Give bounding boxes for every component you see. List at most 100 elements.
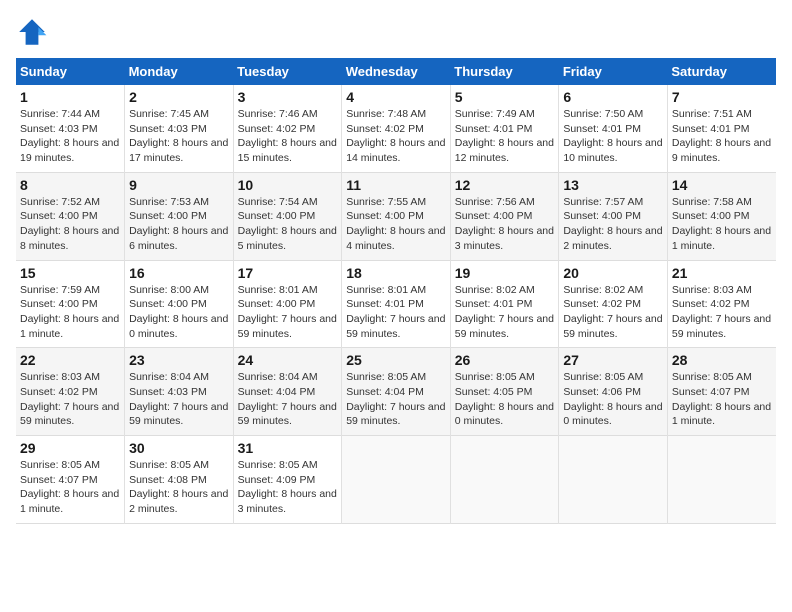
weekday-header-tuesday: Tuesday: [233, 58, 342, 85]
calendar-week-1: 1 Sunrise: 7:44 AMSunset: 4:03 PMDaylight…: [16, 85, 776, 172]
calendar-day-19: 19 Sunrise: 8:02 AMSunset: 4:01 PMDayligh…: [450, 260, 559, 348]
day-info: Sunrise: 8:05 AMSunset: 4:07 PMDaylight:…: [672, 370, 772, 429]
calendar-day-2: 2 Sunrise: 7:45 AMSunset: 4:03 PMDaylight…: [125, 85, 234, 172]
calendar-day-12: 12 Sunrise: 7:56 AMSunset: 4:00 PMDayligh…: [450, 172, 559, 260]
day-info: Sunrise: 7:54 AMSunset: 4:00 PMDaylight:…: [238, 195, 338, 254]
day-info: Sunrise: 8:04 AMSunset: 4:04 PMDaylight:…: [238, 370, 338, 429]
day-info: Sunrise: 7:52 AMSunset: 4:00 PMDaylight:…: [20, 195, 120, 254]
day-number: 1: [20, 89, 120, 105]
weekday-header-sunday: Sunday: [16, 58, 125, 85]
day-info: Sunrise: 7:59 AMSunset: 4:00 PMDaylight:…: [20, 283, 120, 342]
calendar-day-30: 30 Sunrise: 8:05 AMSunset: 4:08 PMDayligh…: [125, 436, 234, 524]
calendar-day-23: 23 Sunrise: 8:04 AMSunset: 4:03 PMDayligh…: [125, 348, 234, 436]
calendar-day-27: 27 Sunrise: 8:05 AMSunset: 4:06 PMDayligh…: [559, 348, 668, 436]
day-number: 18: [346, 265, 446, 281]
calendar-day-1: 1 Sunrise: 7:44 AMSunset: 4:03 PMDaylight…: [16, 85, 125, 172]
day-number: 31: [238, 440, 338, 456]
day-info: Sunrise: 8:00 AMSunset: 4:00 PMDaylight:…: [129, 283, 229, 342]
empty-cell: [559, 436, 668, 524]
day-number: 14: [672, 177, 772, 193]
calendar-day-22: 22 Sunrise: 8:03 AMSunset: 4:02 PMDayligh…: [16, 348, 125, 436]
calendar-day-16: 16 Sunrise: 8:00 AMSunset: 4:00 PMDayligh…: [125, 260, 234, 348]
calendar-day-18: 18 Sunrise: 8:01 AMSunset: 4:01 PMDayligh…: [342, 260, 451, 348]
day-number: 2: [129, 89, 229, 105]
day-info: Sunrise: 8:04 AMSunset: 4:03 PMDaylight:…: [129, 370, 229, 429]
day-number: 25: [346, 352, 446, 368]
calendar-day-9: 9 Sunrise: 7:53 AMSunset: 4:00 PMDaylight…: [125, 172, 234, 260]
calendar-day-17: 17 Sunrise: 8:01 AMSunset: 4:00 PMDayligh…: [233, 260, 342, 348]
calendar-week-2: 8 Sunrise: 7:52 AMSunset: 4:00 PMDaylight…: [16, 172, 776, 260]
day-info: Sunrise: 8:05 AMSunset: 4:09 PMDaylight:…: [238, 458, 338, 517]
day-info: Sunrise: 8:05 AMSunset: 4:06 PMDaylight:…: [563, 370, 663, 429]
calendar-day-8: 8 Sunrise: 7:52 AMSunset: 4:00 PMDaylight…: [16, 172, 125, 260]
calendar-day-6: 6Sunrise: 7:50 AMSunset: 4:01 PMDaylight…: [559, 85, 668, 172]
calendar-day-7: 7 Sunrise: 7:51 AMSunset: 4:01 PMDaylight…: [667, 85, 776, 172]
day-number: 8: [20, 177, 120, 193]
calendar-table: SundayMondayTuesdayWednesdayThursdayFrid…: [16, 58, 776, 524]
day-number: 30: [129, 440, 229, 456]
day-info: Sunrise: 8:03 AMSunset: 4:02 PMDaylight:…: [20, 370, 120, 429]
day-info: Sunrise: 8:05 AMSunset: 4:05 PMDaylight:…: [455, 370, 555, 429]
calendar-day-29: 29 Sunrise: 8:05 AMSunset: 4:07 PMDayligh…: [16, 436, 125, 524]
weekday-header-friday: Friday: [559, 58, 668, 85]
day-info: Sunrise: 7:55 AMSunset: 4:00 PMDaylight:…: [346, 195, 446, 254]
weekday-header-row: SundayMondayTuesdayWednesdayThursdayFrid…: [16, 58, 776, 85]
day-number: 15: [20, 265, 120, 281]
calendar-day-4: 4 Sunrise: 7:48 AMSunset: 4:02 PMDaylight…: [342, 85, 451, 172]
calendar-day-20: 20 Sunrise: 8:02 AMSunset: 4:02 PMDayligh…: [559, 260, 668, 348]
calendar-week-4: 22 Sunrise: 8:03 AMSunset: 4:02 PMDayligh…: [16, 348, 776, 436]
calendar-day-13: 13Sunrise: 7:57 AMSunset: 4:00 PMDayligh…: [559, 172, 668, 260]
day-info: Sunrise: 7:53 AMSunset: 4:00 PMDaylight:…: [129, 195, 229, 254]
calendar-week-5: 29 Sunrise: 8:05 AMSunset: 4:07 PMDayligh…: [16, 436, 776, 524]
calendar-day-21: 21Sunrise: 8:03 AMSunset: 4:02 PMDayligh…: [667, 260, 776, 348]
logo-icon: [16, 16, 48, 48]
empty-cell: [342, 436, 451, 524]
day-number: 7: [672, 89, 772, 105]
weekday-header-wednesday: Wednesday: [342, 58, 451, 85]
day-number: 20: [563, 265, 663, 281]
header: [16, 16, 776, 48]
day-number: 23: [129, 352, 229, 368]
day-info: Sunrise: 7:49 AMSunset: 4:01 PMDaylight:…: [455, 107, 555, 166]
day-number: 26: [455, 352, 555, 368]
calendar-day-15: 15 Sunrise: 7:59 AMSunset: 4:00 PMDayligh…: [16, 260, 125, 348]
day-number: 22: [20, 352, 120, 368]
calendar-day-26: 26 Sunrise: 8:05 AMSunset: 4:05 PMDayligh…: [450, 348, 559, 436]
day-number: 27: [563, 352, 663, 368]
day-info: Sunrise: 7:50 AMSunset: 4:01 PMDaylight:…: [563, 107, 663, 166]
day-info: Sunrise: 8:05 AMSunset: 4:08 PMDaylight:…: [129, 458, 229, 517]
day-info: Sunrise: 7:44 AMSunset: 4:03 PMDaylight:…: [20, 107, 120, 166]
day-number: 29: [20, 440, 120, 456]
day-info: Sunrise: 7:51 AMSunset: 4:01 PMDaylight:…: [672, 107, 772, 166]
day-number: 4: [346, 89, 446, 105]
day-number: 17: [238, 265, 338, 281]
weekday-header-saturday: Saturday: [667, 58, 776, 85]
day-number: 19: [455, 265, 555, 281]
calendar-day-10: 10 Sunrise: 7:54 AMSunset: 4:00 PMDayligh…: [233, 172, 342, 260]
calendar-day-31: 31 Sunrise: 8:05 AMSunset: 4:09 PMDayligh…: [233, 436, 342, 524]
calendar-day-25: 25Sunrise: 8:05 AMSunset: 4:04 PMDayligh…: [342, 348, 451, 436]
calendar-day-11: 11Sunrise: 7:55 AMSunset: 4:00 PMDayligh…: [342, 172, 451, 260]
empty-cell: [450, 436, 559, 524]
day-info: Sunrise: 8:01 AMSunset: 4:01 PMDaylight:…: [346, 283, 446, 342]
day-info: Sunrise: 8:02 AMSunset: 4:01 PMDaylight:…: [455, 283, 555, 342]
day-number: 12: [455, 177, 555, 193]
weekday-header-thursday: Thursday: [450, 58, 559, 85]
day-number: 13: [563, 177, 663, 193]
day-info: Sunrise: 8:01 AMSunset: 4:00 PMDaylight:…: [238, 283, 338, 342]
calendar-day-14: 14 Sunrise: 7:58 AMSunset: 4:00 PMDayligh…: [667, 172, 776, 260]
day-info: Sunrise: 7:48 AMSunset: 4:02 PMDaylight:…: [346, 107, 446, 166]
calendar-week-3: 15 Sunrise: 7:59 AMSunset: 4:00 PMDayligh…: [16, 260, 776, 348]
day-number: 16: [129, 265, 229, 281]
day-info: Sunrise: 7:45 AMSunset: 4:03 PMDaylight:…: [129, 107, 229, 166]
day-info: Sunrise: 8:05 AMSunset: 4:07 PMDaylight:…: [20, 458, 120, 517]
day-number: 9: [129, 177, 229, 193]
logo: [16, 16, 52, 48]
calendar-day-24: 24 Sunrise: 8:04 AMSunset: 4:04 PMDayligh…: [233, 348, 342, 436]
day-info: Sunrise: 7:58 AMSunset: 4:00 PMDaylight:…: [672, 195, 772, 254]
day-number: 24: [238, 352, 338, 368]
day-info: Sunrise: 8:02 AMSunset: 4:02 PMDaylight:…: [563, 283, 663, 342]
day-info: Sunrise: 7:56 AMSunset: 4:00 PMDaylight:…: [455, 195, 555, 254]
calendar-day-3: 3Sunrise: 7:46 AMSunset: 4:02 PMDaylight…: [233, 85, 342, 172]
day-number: 10: [238, 177, 338, 193]
